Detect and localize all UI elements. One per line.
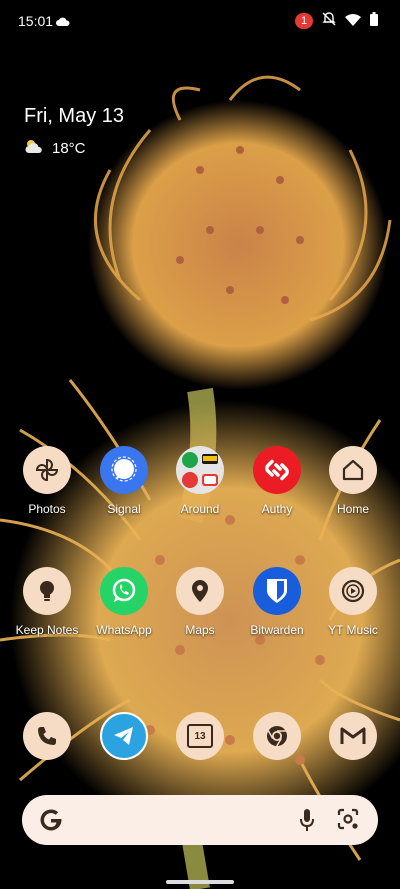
authy-icon bbox=[253, 446, 301, 494]
partly-cloudy-icon bbox=[24, 138, 44, 158]
app-label: Keep Notes bbox=[15, 623, 79, 637]
bulb-icon bbox=[23, 567, 71, 615]
home-icon bbox=[329, 446, 377, 494]
gmail-icon bbox=[329, 712, 377, 760]
google-logo-icon bbox=[36, 805, 66, 835]
app-label: YT Music bbox=[328, 623, 378, 637]
chat-bubble-icon bbox=[100, 446, 148, 494]
shield-icon bbox=[253, 567, 301, 615]
app-bitwarden[interactable]: Bitwarden bbox=[237, 567, 317, 637]
app-whatsapp[interactable]: WhatsApp bbox=[84, 567, 164, 637]
play-circle-icon bbox=[329, 567, 377, 615]
google-search-bar[interactable] bbox=[22, 795, 378, 845]
temperature-text: 18°C bbox=[52, 139, 86, 157]
lens-icon[interactable] bbox=[336, 807, 360, 836]
calendar-day: 13 bbox=[187, 724, 213, 748]
app-label: Around bbox=[180, 502, 220, 516]
dock-calendar[interactable]: 13 bbox=[160, 712, 240, 760]
whatsapp-icon bbox=[100, 567, 148, 615]
app-label: Maps bbox=[185, 623, 215, 637]
chrome-icon bbox=[253, 712, 301, 760]
wifi-icon bbox=[345, 13, 361, 29]
app-maps[interactable]: Maps bbox=[160, 567, 240, 637]
app-keep-notes[interactable]: Keep Notes bbox=[7, 567, 87, 637]
app-folder-around[interactable]: Around bbox=[160, 446, 240, 516]
status-time: 15:01 bbox=[18, 13, 54, 29]
folder-icon bbox=[176, 446, 224, 494]
app-label: Home bbox=[336, 502, 369, 516]
notification-count-badge: 1 bbox=[295, 12, 313, 29]
status-bar: 15:01 1 bbox=[0, 0, 400, 40]
dock-gmail[interactable] bbox=[313, 712, 393, 760]
app-label: Photos bbox=[28, 502, 66, 516]
cloud-icon bbox=[56, 14, 70, 30]
calendar-icon: 13 bbox=[176, 712, 224, 760]
dock-telegram[interactable] bbox=[84, 712, 164, 760]
app-label: Bitwarden bbox=[250, 623, 304, 637]
app-authy[interactable]: Authy bbox=[237, 446, 317, 516]
map-pin-icon bbox=[176, 567, 224, 615]
home-screen: 15:01 1 Fri, May 13 18°C Photos Signal A… bbox=[0, 0, 400, 889]
app-home[interactable]: Home bbox=[313, 446, 393, 516]
battery-icon bbox=[370, 12, 378, 29]
dock-chrome[interactable] bbox=[237, 712, 317, 760]
app-label: Signal bbox=[107, 502, 141, 516]
weather-widget[interactable]: 18°C bbox=[24, 138, 86, 158]
app-signal[interactable]: Signal bbox=[84, 446, 164, 516]
mic-icon[interactable] bbox=[298, 807, 316, 838]
date-text[interactable]: Fri, May 13 bbox=[24, 105, 124, 128]
phone-icon bbox=[23, 712, 71, 760]
paper-plane-icon bbox=[100, 712, 148, 760]
mute-icon bbox=[322, 12, 336, 29]
status-icons: 1 bbox=[295, 12, 378, 29]
dock-phone[interactable] bbox=[7, 712, 87, 760]
app-label: Authy bbox=[261, 502, 293, 516]
pinwheel-icon bbox=[23, 446, 71, 494]
gesture-nav-bar[interactable] bbox=[166, 880, 234, 884]
app-label: WhatsApp bbox=[96, 623, 152, 637]
app-yt-music[interactable]: YT Music bbox=[313, 567, 393, 637]
app-photos[interactable]: Photos bbox=[7, 446, 87, 516]
